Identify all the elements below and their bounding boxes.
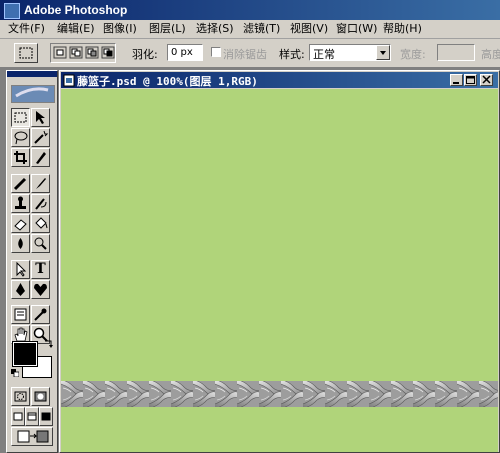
- document-window: 藤篮子.psd @ 100%(图层 1,RGB): [59, 70, 500, 453]
- path-selection-icon[interactable]: [11, 260, 30, 279]
- eraser-icon[interactable]: [11, 214, 30, 233]
- marquee-preset-icon: [19, 47, 33, 59]
- standard-mode-icon[interactable]: [11, 387, 30, 406]
- jump-to-imageready-icon[interactable]: [11, 427, 53, 446]
- full-screen-menu-icon[interactable]: [25, 407, 39, 426]
- options-bar: 羽化: 0 px 消除锯齿 样式: 正常 宽度: 高度: [0, 39, 500, 68]
- magic-wand-icon[interactable]: [31, 128, 50, 147]
- full-screen-icon[interactable]: [39, 407, 53, 426]
- photoshop-app-icon: [4, 3, 20, 19]
- style-select-value: 正常: [313, 48, 335, 61]
- healing-brush-icon[interactable]: [11, 174, 30, 193]
- height-label: 高度: [481, 48, 500, 61]
- feather-input[interactable]: 0 px: [167, 44, 203, 61]
- selection-mode-icons[interactable]: [51, 44, 115, 62]
- app-titlebar: Adobe Photoshop: [0, 0, 500, 20]
- menu-select[interactable]: 选择(S): [196, 22, 234, 36]
- brush-icon[interactable]: [31, 174, 50, 193]
- menu-layer[interactable]: 图层(L): [149, 22, 186, 36]
- antialias-checkbox[interactable]: [211, 47, 221, 57]
- menu-view[interactable]: 视图(V): [290, 22, 328, 36]
- selection-mode-group: [50, 43, 116, 63]
- notes-icon[interactable]: [11, 305, 30, 324]
- width-input[interactable]: [437, 44, 475, 61]
- eyedropper-icon[interactable]: [31, 305, 50, 324]
- document-titlebar[interactable]: 藤篮子.psd @ 100%(图层 1,RGB): [61, 72, 498, 88]
- pen-icon[interactable]: [11, 280, 30, 299]
- style-select[interactable]: 正常: [309, 44, 391, 61]
- chevron-down-icon[interactable]: [376, 45, 390, 60]
- standard-screen-icon[interactable]: [11, 407, 25, 426]
- menu-bar: 文件(F) 编辑(E) 图像(I) 图层(L) 选择(S) 滤镜(T) 视图(V…: [0, 20, 500, 39]
- menu-file[interactable]: 文件(F): [8, 22, 45, 36]
- style-label: 样式:: [279, 48, 305, 61]
- toolbox-header: [7, 71, 57, 77]
- app-title: Adobe Photoshop: [24, 3, 128, 17]
- crop-icon[interactable]: [11, 148, 30, 167]
- close-icon[interactable]: [480, 74, 493, 86]
- lasso-icon[interactable]: [11, 128, 30, 147]
- swap-colors-icon[interactable]: [43, 339, 53, 349]
- paint-bucket-icon[interactable]: [31, 214, 50, 233]
- width-label: 宽度:: [400, 48, 426, 61]
- clone-stamp-icon[interactable]: [11, 194, 30, 213]
- menu-filter[interactable]: 滤镜(T): [243, 22, 280, 36]
- move-icon[interactable]: [31, 108, 50, 127]
- type-icon[interactable]: T: [31, 260, 50, 279]
- slice-icon[interactable]: [31, 148, 50, 167]
- rattan-braid-graphic: [61, 381, 498, 407]
- quick-mask-icon[interactable]: [31, 387, 50, 406]
- minimize-icon[interactable]: [450, 74, 463, 86]
- dodge-icon[interactable]: [31, 234, 50, 253]
- document-canvas[interactable]: [61, 89, 498, 452]
- menu-window[interactable]: 窗口(W): [336, 22, 377, 36]
- antialias-label: 消除锯齿: [223, 48, 267, 61]
- menu-image[interactable]: 图像(I): [103, 22, 137, 36]
- blur-icon[interactable]: [11, 234, 30, 253]
- document-title: 藤篮子.psd @ 100%(图层 1,RGB): [77, 75, 258, 88]
- toolbox: T: [6, 70, 58, 453]
- feather-label: 羽化:: [132, 48, 158, 61]
- maximize-icon[interactable]: [464, 74, 477, 86]
- default-colors-icon[interactable]: [11, 367, 20, 378]
- custom-shape-icon[interactable]: [31, 280, 50, 299]
- rectangular-marquee-icon[interactable]: [11, 108, 30, 127]
- feather-logo[interactable]: [11, 85, 55, 103]
- document-icon: [63, 74, 75, 87]
- menu-edit[interactable]: 编辑(E): [57, 22, 95, 36]
- tool-preset-picker[interactable]: [14, 43, 38, 63]
- history-brush-icon[interactable]: [31, 194, 50, 213]
- foreground-color-swatch[interactable]: [12, 341, 38, 367]
- menu-help[interactable]: 帮助(H): [383, 22, 422, 36]
